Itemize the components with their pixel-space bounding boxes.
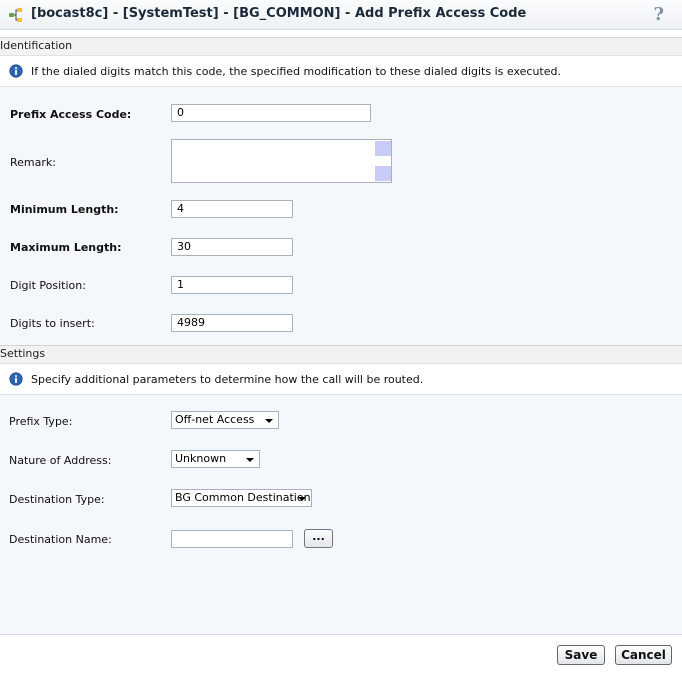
cancel-button[interactable]: Cancel [615, 645, 672, 665]
info-icon [9, 372, 23, 386]
digits-to-insert-label: Digits to insert: [10, 317, 95, 330]
browse-button[interactable]: ... [304, 529, 333, 548]
info-bar-settings: Specify additional parameters to determi… [0, 365, 682, 395]
prefix-access-code-label: Prefix Access Code: [10, 108, 132, 121]
title-bar: [bocast8c] - [SystemTest] - [BG_COMMON] … [0, 0, 682, 30]
identification-form [0, 87, 682, 345]
nature-of-address-label: Nature of Address: [9, 454, 112, 467]
section-title: Identification [0, 39, 73, 52]
chevron-down-icon [265, 419, 273, 423]
info-text: Specify additional parameters to determi… [31, 373, 424, 386]
digit-position-label: Digit Position: [10, 279, 86, 292]
destination-type-value: BG Common Destination [175, 491, 311, 504]
info-icon [9, 64, 23, 78]
minimum-length-input[interactable]: 4 [171, 200, 293, 218]
prefix-type-label: Prefix Type: [9, 415, 73, 428]
digit-position-input[interactable]: 1 [171, 276, 293, 294]
info-text: If the dialed digits match this code, th… [31, 65, 561, 78]
help-icon[interactable]: ? [653, 4, 664, 25]
settings-form [0, 395, 682, 634]
remark-textarea[interactable] [171, 139, 392, 183]
section-header-settings: Settings [0, 345, 682, 364]
destination-type-select[interactable]: BG Common Destination [171, 489, 312, 507]
prefix-type-value: Off-net Access [175, 413, 255, 426]
minimum-length-label: Minimum Length: [10, 203, 119, 216]
prefix-type-select[interactable]: Off-net Access [171, 411, 279, 429]
nature-of-address-value: Unknown [175, 452, 227, 465]
destination-name-input[interactable] [171, 530, 293, 548]
maximum-length-input[interactable]: 30 [171, 238, 293, 256]
destination-name-label: Destination Name: [9, 533, 112, 546]
section-header-identification: Identification [0, 37, 682, 56]
destination-type-label: Destination Type: [9, 493, 105, 506]
info-bar-identification: If the dialed digits match this code, th… [0, 57, 682, 87]
digits-to-insert-input[interactable]: 4989 [171, 314, 293, 332]
tree-network-icon [9, 8, 22, 22]
remark-label: Remark: [10, 156, 56, 169]
scrollbar-up[interactable] [375, 141, 391, 156]
window-title: [bocast8c] - [SystemTest] - [BG_COMMON] … [31, 6, 527, 21]
nature-of-address-select[interactable]: Unknown [171, 450, 260, 468]
chevron-down-icon [246, 458, 254, 462]
section-title: Settings [0, 347, 46, 360]
scrollbar-down[interactable] [375, 166, 391, 181]
chevron-down-icon [298, 497, 306, 501]
dialog-footer: Save Cancel [0, 634, 682, 678]
maximum-length-label: Maximum Length: [10, 241, 122, 254]
save-button[interactable]: Save [557, 645, 605, 665]
prefix-access-code-input[interactable]: 0 [171, 104, 371, 122]
